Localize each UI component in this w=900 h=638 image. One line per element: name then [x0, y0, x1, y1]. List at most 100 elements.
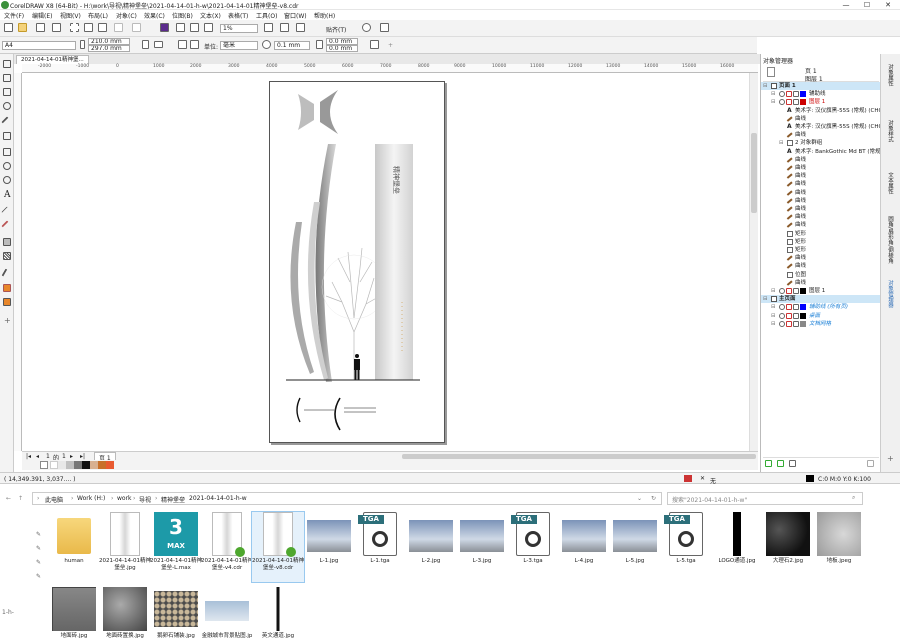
add-tool-plus-icon[interactable]: +: [4, 316, 11, 325]
minimize-button[interactable]: —: [836, 0, 856, 10]
menu-text[interactable]: 文本(X): [200, 11, 221, 20]
search-icon[interactable]: ⌕: [852, 494, 855, 502]
corel-connect-icon[interactable]: [160, 23, 169, 32]
file-item[interactable]: 金融城市背景贴图.jpeg: [201, 587, 253, 638]
export-icon[interactable]: [190, 23, 199, 32]
object-tree-row[interactable]: 矩形: [761, 230, 880, 238]
swatch[interactable]: [98, 461, 106, 469]
copy-icon[interactable]: [84, 23, 93, 32]
ellipse-tool-icon[interactable]: [3, 162, 11, 170]
zoom-tool-icon[interactable]: [3, 102, 11, 110]
file-item[interactable]: 2021-04-14-01精神堡垒-v4.cdr: [201, 512, 253, 582]
menu-help[interactable]: 帮助(H): [314, 11, 335, 20]
breadcrumb-4[interactable]: 精神堡垒: [161, 495, 185, 504]
show-grid-icon[interactable]: [296, 23, 305, 32]
expand-toggle-icon[interactable]: ⊟: [779, 139, 784, 147]
first-page-button[interactable]: |◂: [26, 453, 31, 460]
prev-page-button[interactable]: ◂: [36, 453, 39, 460]
swatch[interactable]: [74, 461, 82, 469]
nudge-distance-field[interactable]: 0.1 mm: [274, 41, 310, 50]
menu-table[interactable]: 表格(T): [228, 11, 248, 20]
current-page-icon[interactable]: [190, 40, 199, 49]
show-rulers-icon[interactable]: [280, 23, 289, 32]
full-screen-icon[interactable]: [264, 23, 273, 32]
eye-icon[interactable]: [779, 320, 785, 327]
lock-icon[interactable]: [786, 312, 792, 319]
menu-bitmaps[interactable]: 位图(B): [172, 11, 193, 20]
save-icon[interactable]: [36, 23, 45, 32]
menu-view[interactable]: 视图(V): [60, 11, 81, 20]
landscape-icon[interactable]: [154, 41, 163, 48]
object-tree-row[interactable]: 矩形: [761, 246, 880, 254]
dropdown-icon[interactable]: ⌄: [637, 495, 642, 502]
eye-icon[interactable]: [779, 304, 785, 311]
file-item[interactable]: 大理石2.jpg: [762, 512, 814, 582]
expand-toggle-icon[interactable]: ⊟: [771, 98, 776, 106]
expand-toggle-icon[interactable]: ⊟: [771, 320, 776, 328]
file-item[interactable]: 英文通道.jpg: [252, 587, 304, 638]
add-docker-plus-icon[interactable]: +: [887, 454, 894, 463]
object-tree-row[interactable]: ⊟ 图层 1: [761, 98, 880, 106]
object-tree-row[interactable]: 曲线: [761, 262, 880, 270]
page-height-field[interactable]: 297.0 mm: [88, 45, 130, 52]
file-item[interactable]: 2021-04-14-01精神堡垒.jpg: [99, 512, 151, 582]
expand-toggle-icon[interactable]: ⊟: [771, 312, 776, 320]
file-item[interactable]: LOGO通道.jpg: [711, 512, 763, 582]
freehand-tool-icon[interactable]: [1, 116, 13, 128]
new-document-icon[interactable]: [4, 23, 13, 32]
snap-to-dropdown[interactable]: 贴齐(T): [326, 25, 346, 34]
undo-icon[interactable]: [114, 23, 123, 32]
print-icon[interactable]: [793, 320, 799, 327]
file-item[interactable]: TGA L-5.tga: [660, 512, 712, 582]
new-master-layer-icon[interactable]: [777, 460, 784, 467]
menu-tools[interactable]: 工具(O): [256, 11, 277, 20]
transparency-tool-icon[interactable]: [3, 252, 11, 260]
lock-icon[interactable]: [786, 304, 792, 311]
object-tree-row[interactable]: 曲线: [761, 279, 880, 287]
file-item[interactable]: 地面砖.jpg: [48, 587, 100, 638]
eye-icon[interactable]: [779, 91, 785, 98]
object-tree-row[interactable]: 曲线: [761, 164, 880, 172]
document-tab[interactable]: 2021-04-14-01精神堡...: [16, 55, 89, 64]
object-tree-row[interactable]: 矩形: [761, 238, 880, 246]
swatch[interactable]: [82, 461, 90, 469]
file-item[interactable]: TGA L-3.tga: [507, 512, 559, 582]
print-icon[interactable]: [793, 99, 799, 106]
pin-icon[interactable]: ✎: [36, 573, 41, 580]
expand-toggle-icon[interactable]: ⊟: [771, 287, 776, 295]
publish-pdf-icon[interactable]: [204, 23, 213, 32]
file-item[interactable]: human: [48, 512, 100, 582]
object-tree-row[interactable]: 曲线: [761, 254, 880, 262]
treat-as-filled-icon[interactable]: [370, 40, 379, 49]
swatch[interactable]: [106, 461, 114, 469]
eye-icon[interactable]: [779, 99, 785, 106]
object-tree-row[interactable]: 曲线: [761, 131, 880, 139]
tab-object-styles[interactable]: 对象样式: [886, 120, 894, 142]
horizontal-scrollbar[interactable]: [402, 454, 756, 459]
pin-icon[interactable]: ✎: [36, 559, 41, 566]
object-tree-row[interactable]: 曲线: [761, 213, 880, 221]
nav-up-icon[interactable]: ↑: [18, 495, 23, 502]
interactive-fill-icon[interactable]: [3, 284, 11, 292]
object-tree-row[interactable]: 曲线: [761, 197, 880, 205]
object-tree-row[interactable]: ⊟ 文档网格: [761, 320, 880, 328]
open-folder-icon[interactable]: [18, 23, 27, 32]
units-select[interactable]: 毫米: [220, 41, 258, 50]
breadcrumb-3[interactable]: 导视: [139, 495, 151, 504]
import-icon[interactable]: [176, 23, 185, 32]
menu-layout[interactable]: 布局(L): [88, 11, 108, 20]
zoom-level-select[interactable]: 1%: [220, 24, 258, 33]
eyedropper-icon[interactable]: [1, 268, 13, 280]
cut-icon[interactable]: [70, 23, 79, 32]
tab-text-properties[interactable]: 文本属性: [886, 172, 894, 194]
object-tree-row[interactable]: 曲线: [761, 156, 880, 164]
vertical-scrollbar[interactable]: [749, 73, 758, 451]
file-item[interactable]: L-4.jpg: [558, 512, 610, 582]
address-bar[interactable]: › 此电脑 › Work (H:) › work › 导视 › 精神堡垒 › 2…: [32, 492, 662, 505]
tab-object-manager[interactable]: 对象管理器: [886, 280, 894, 308]
duplicate-y-field[interactable]: 0.0 mm: [326, 45, 358, 52]
menu-object[interactable]: 对象(C): [116, 11, 137, 20]
swatch[interactable]: [90, 461, 98, 469]
refresh-icon[interactable]: ↻: [651, 495, 656, 502]
object-tree-row[interactable]: 曲线: [761, 221, 880, 229]
